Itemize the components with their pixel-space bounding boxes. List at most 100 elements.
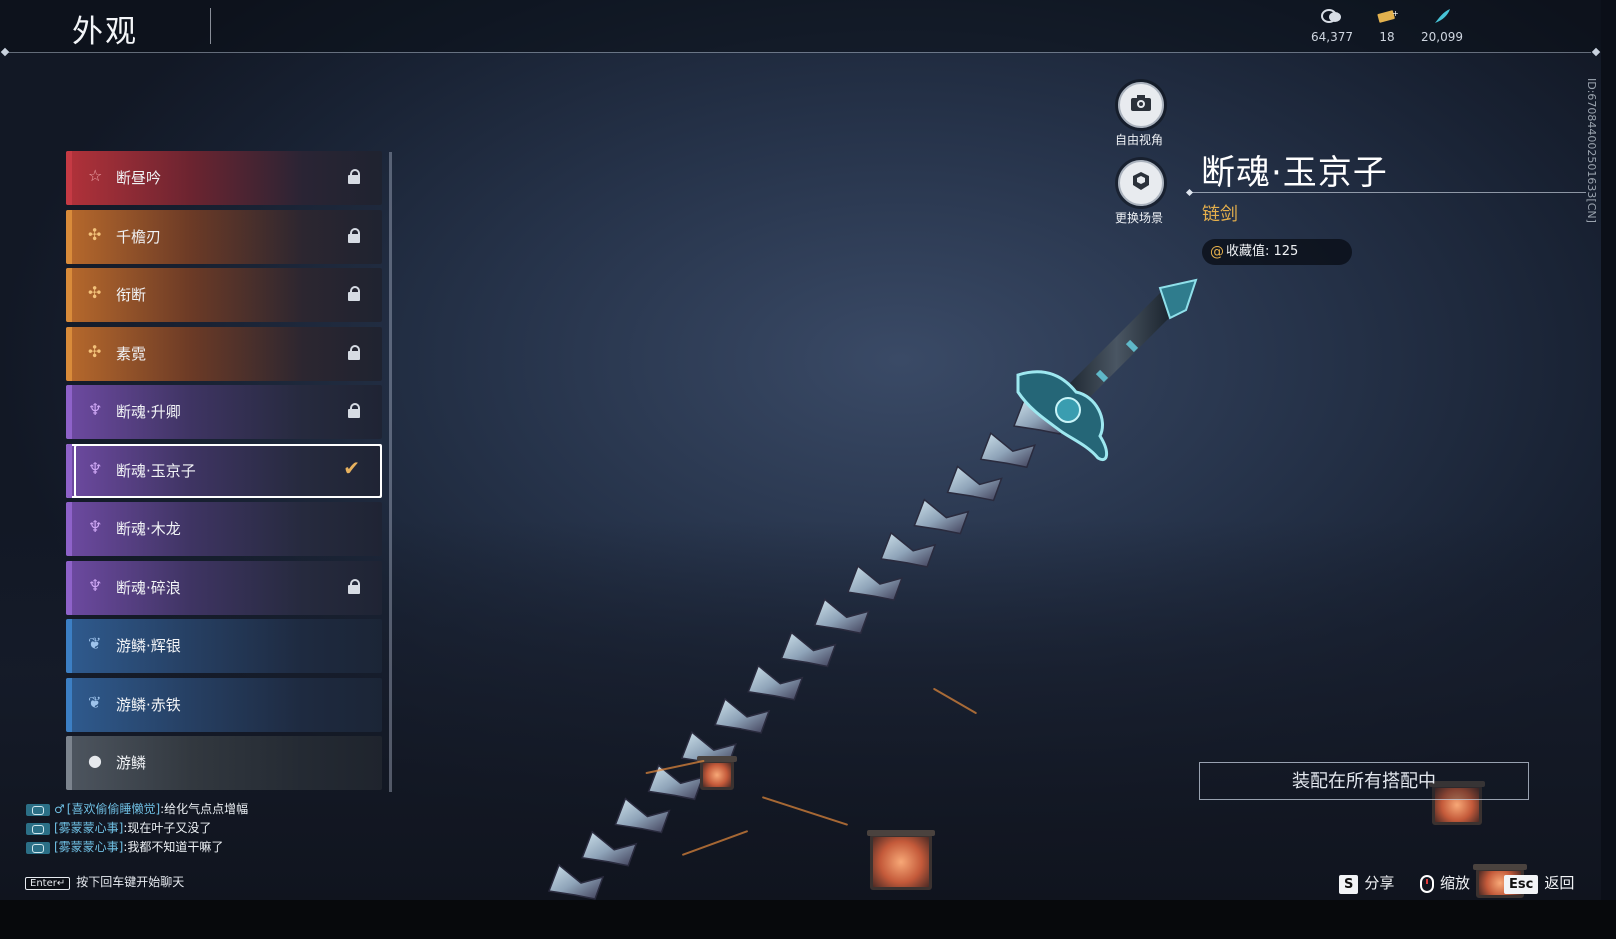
collection-value-label: 收藏值: 125 [1226,244,1299,259]
blade-segment [880,531,937,568]
top-bar: 外观 64,377 + 18 20,099 [0,0,1601,57]
rarity-bar [66,268,72,322]
chat-message: [雾蒙蒙心事]:我都不知道干嘛了 [26,838,248,857]
skin-list-item[interactable]: ✣ 素霓 [66,326,382,381]
cross-flower-icon: ✣ [88,283,102,302]
back-hint[interactable]: Esc 返回 [1504,872,1574,894]
skin-list-scrollbar[interactable] [389,152,392,792]
skin-name: 游鳞·辉银 [116,637,181,655]
player-id-text: ID:670844002501633[CN] [1585,78,1598,223]
chat-text: :我都不知道干嘛了 [123,840,224,854]
skin-list-item[interactable]: ❦ 游鳞·辉银 [66,619,382,673]
skin-name: 游鳞 [116,754,147,772]
rarity-bar [66,619,72,673]
chat-log: ♂ [喜欢偷偷睡懒觉]:给化气点点增幅 [雾蒙蒙心事]:现在叶子又没了 [雾蒙蒙心… [26,800,248,857]
svg-text:+: + [1392,9,1398,18]
skin-name: 游鳞·赤铁 [116,695,181,714]
cross-flower-icon: ✣ [88,341,102,361]
double-leaf-icon: ❦ [88,634,102,653]
blade-segment [913,498,970,535]
lock-icon [348,403,360,418]
zoom-hint[interactable]: 缩放 [1420,872,1470,893]
blade-segment [946,465,1003,502]
free-view-button[interactable] [1118,82,1164,128]
skin-name: 断魂·升卿 [116,403,181,421]
currency-coins[interactable]: 64,377 [1302,8,1362,44]
camera-icon [1129,93,1153,118]
skin-list-item[interactable]: ✣ 衔断 [66,268,382,322]
chat-text: :给化气点点增幅 [160,802,249,816]
triple-leaf-icon: ♆ [88,458,103,478]
cross-flower-icon: ✣ [88,224,102,244]
equip-all-outfits-button[interactable]: 装配在所有搭配中 [1199,762,1529,800]
lock-icon [348,169,360,184]
currency-feathers[interactable]: 20,099 [1412,8,1472,44]
double-leaf-icon: ❦ [88,692,102,712]
checkmark-icon: ✔ [343,455,360,480]
chat-message: ♂ [喜欢偷偷睡懒觉]:给化气点点增幅 [26,800,248,819]
chat-message: [雾蒙蒙心事]:现在叶子又没了 [26,819,248,838]
skin-name: 衔断 [116,286,147,304]
esc-key: Esc [1504,875,1539,894]
skin-name: 素霓 [116,344,147,363]
enter-key-icon: Enter↵ [25,877,71,890]
rarity-bar [66,502,72,556]
triple-leaf-icon: ♆ [88,575,103,595]
share-key: S [1339,875,1359,894]
star-icon: ☆ [88,166,103,185]
item-title: 断魂·玉京子 [1201,153,1388,193]
rarity-bar [66,209,72,264]
lock-icon [348,227,360,243]
blade-segment [813,598,870,635]
currency-tickets-value: 18 [1379,30,1395,44]
chat-input-hint-text: 按下回车键开始聊天 [76,875,185,889]
rarity-bar [66,443,72,498]
currency-tickets[interactable]: + 18 [1357,8,1417,44]
lantern-decoration [867,830,935,890]
share-hint[interactable]: S 分享 [1339,872,1394,894]
free-view-label: 自由视角 [1114,133,1163,147]
chat-username[interactable]: [喜欢偷偷睡懒觉] [67,802,160,816]
rarity-bar [66,560,72,615]
chat-input-hint[interactable]: Enter↵ 按下回车键开始聊天 [25,873,184,890]
triple-leaf-icon: ♆ [88,400,103,419]
skin-list-item[interactable]: ♆ 断魂·木龙 [66,502,382,556]
mouse-wheel-icon [1420,874,1434,893]
feather-icon [1412,8,1472,28]
male-icon: ♂ [54,802,65,816]
skin-name: 断昼吟 [116,169,162,187]
triple-leaf-icon: ♆ [88,517,103,536]
blade-segment [614,797,671,834]
rarity-bar [66,677,72,732]
skin-name: 断魂·碎浪 [116,578,181,597]
blade-segment [747,664,804,701]
skin-list-item[interactable]: ♆ 断魂·碎浪 [66,560,382,615]
rarity-bar [66,326,72,381]
skin-list-item[interactable]: ✣ 千檐刃 [66,209,382,264]
currency-coins-value: 64,377 [1311,30,1353,44]
skin-list-item[interactable]: ❦ 游鳞·赤铁 [66,677,382,732]
item-type: 链剑 [1202,204,1238,225]
skin-name: 断魂·玉京子 [116,461,196,480]
top-bar-divider [4,52,1591,53]
lock-icon [348,578,360,594]
blade-segment [547,863,605,900]
change-scene-button[interactable] [1118,160,1164,206]
skin-list-item[interactable]: ● 游鳞 [66,736,382,790]
collection-swirl-icon: @ [1210,244,1224,260]
skin-list-item[interactable]: ♆ 断魂·玉京子 ✔ [66,443,382,498]
lock-icon [348,286,360,301]
skin-list-item[interactable]: ☆ 断昼吟 [66,151,382,205]
drop-icon: ● [88,751,102,770]
blade-segment [846,564,904,601]
chat-text: :现在叶子又没了 [123,821,212,835]
skin-list-item[interactable]: ♆ 断魂·升卿 [66,385,382,439]
title-separator [210,8,211,44]
currency-feathers-value: 20,099 [1421,30,1463,44]
chat-username[interactable]: [雾蒙蒙心事] [54,821,123,835]
rarity-bar [66,736,72,790]
chat-channel-icon [26,841,50,854]
blade-segment [581,830,638,867]
chat-username[interactable]: [雾蒙蒙心事] [54,840,123,854]
change-scene-label: 更换场景 [1114,211,1163,225]
